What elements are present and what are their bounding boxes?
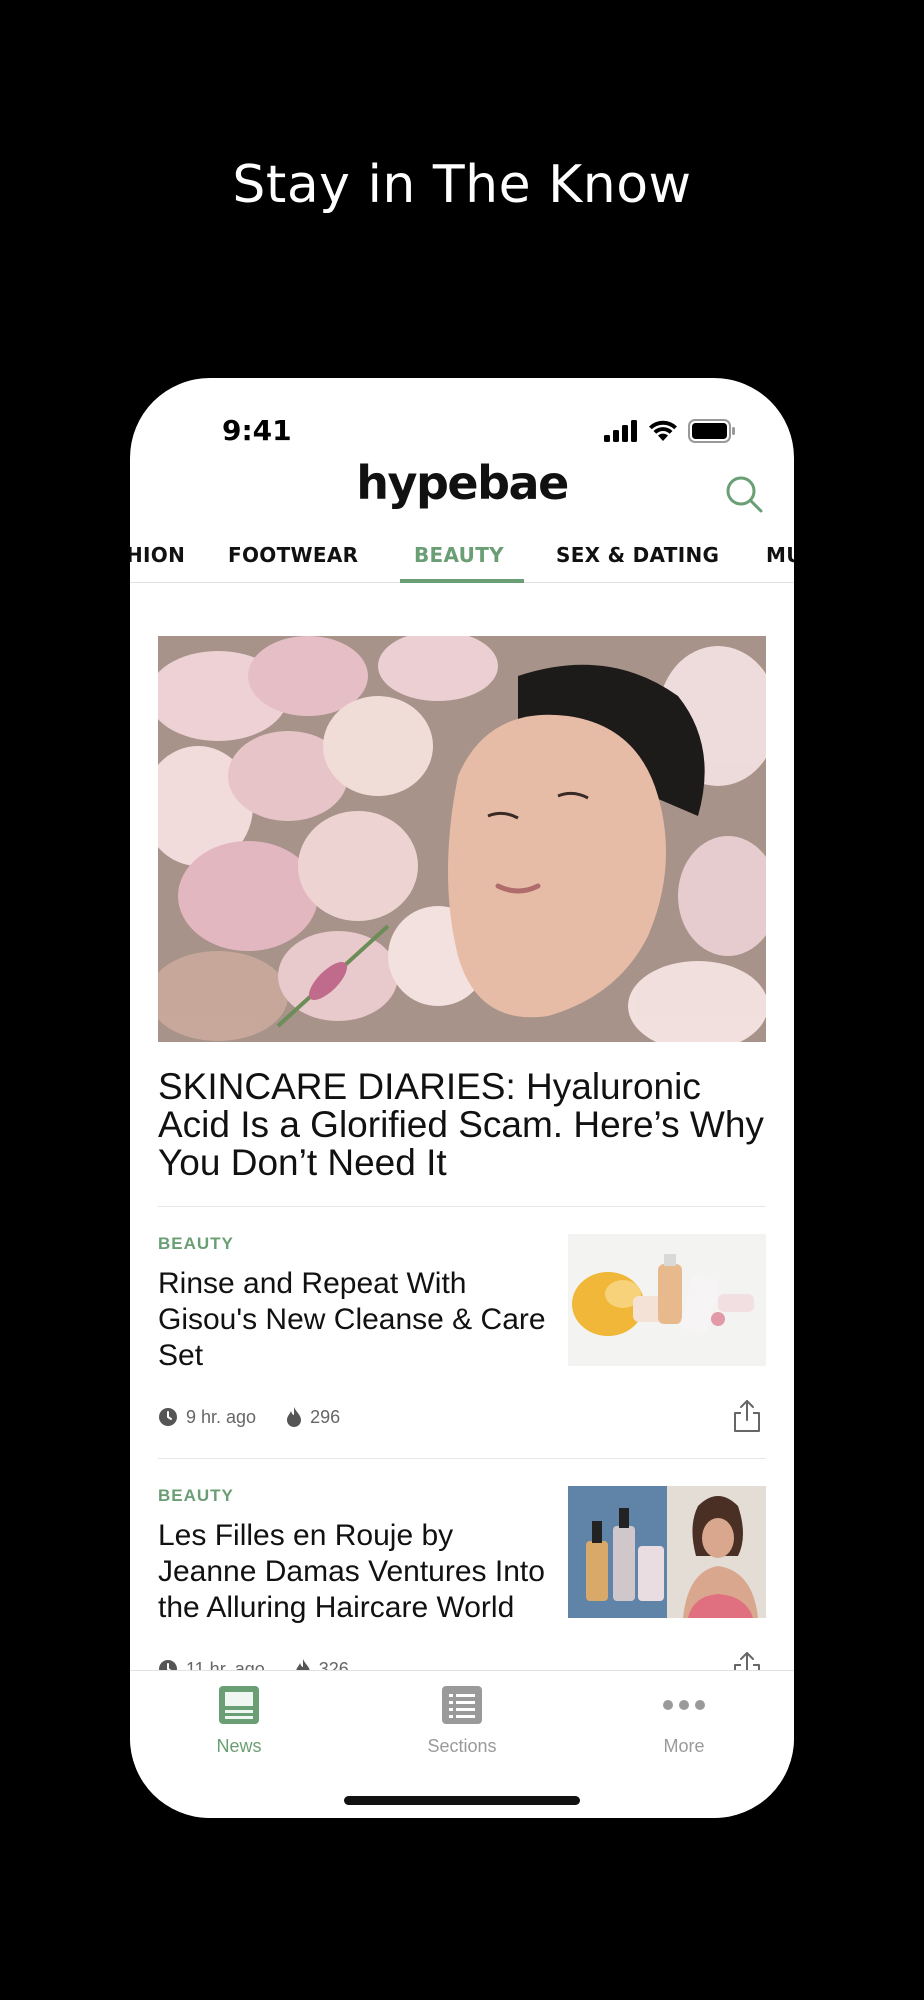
tab-sex-dating[interactable]: SEX & DATING (556, 528, 719, 582)
signal-icon (604, 420, 637, 442)
status-icons (604, 418, 736, 444)
hero-image[interactable] (158, 636, 766, 1042)
nav-news[interactable]: News (179, 1685, 299, 1757)
list-icon (442, 1686, 482, 1724)
article-title[interactable]: Les Filles en Rouje by Jeanne Damas Vent… (158, 1518, 558, 1626)
article-category[interactable]: BEAUTY (158, 1234, 234, 1254)
article-thumbnail[interactable] (568, 1486, 766, 1618)
wifi-icon (649, 420, 677, 441)
article-card[interactable]: BEAUTY Rinse and Repeat With Gisou's New… (158, 1234, 766, 1444)
battery-icon (688, 419, 735, 443)
tab-beauty[interactable]: BEAUTY (414, 528, 504, 582)
more-dots-icon (663, 1700, 705, 1710)
nav-more[interactable]: More (624, 1685, 744, 1757)
article-time: 9 hr. ago (186, 1406, 257, 1427)
tab-footwear[interactable]: FOOTWEAR (228, 528, 358, 582)
nav-more-label: More (663, 1736, 705, 1756)
nav-sections-label: Sections (427, 1736, 497, 1756)
search-icon[interactable] (724, 474, 764, 514)
article-card[interactable]: BEAUTY Les Filles en Rouje by Jeanne Dam… (158, 1486, 766, 1696)
home-indicator[interactable] (344, 1796, 580, 1805)
tab-fashion[interactable]: HION (130, 528, 185, 582)
flame-icon (287, 1407, 302, 1427)
article-title[interactable]: Rinse and Repeat With Gisou's New Cleans… (158, 1266, 558, 1374)
status-time: 9:41 (222, 414, 292, 447)
section-tabs: HION FOOTWEAR BEAUTY SEX & DATING MU (130, 528, 794, 583)
article-category[interactable]: BEAUTY (158, 1486, 234, 1506)
nav-sections[interactable]: Sections (402, 1685, 522, 1757)
promo-headline: Stay in The Know (232, 155, 692, 215)
nav-news-label: News (216, 1736, 262, 1756)
article-thumbnail[interactable] (568, 1234, 766, 1366)
article-meta: 9 hr. ago 296 (158, 1406, 340, 1428)
phone-screen: 9:41 hypebae HION FOOTWEAR BEAUTY SEX & … (130, 378, 794, 1818)
share-icon[interactable] (732, 1398, 762, 1434)
divider (158, 1206, 766, 1207)
app-logo: hypebae (356, 456, 569, 510)
divider (158, 1458, 766, 1459)
article-views: 296 (310, 1406, 341, 1427)
newspaper-icon (219, 1686, 259, 1724)
clock-icon (159, 1408, 177, 1426)
tab-music[interactable]: MU (766, 528, 794, 582)
active-tab-underline (400, 579, 524, 583)
hero-title[interactable]: SKINCARE DIARIES: Hyaluronic Acid Is a G… (158, 1068, 768, 1182)
